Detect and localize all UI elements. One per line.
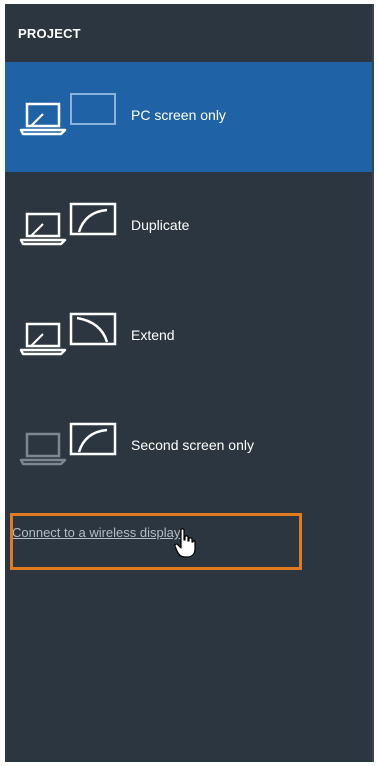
extend-icon bbox=[19, 312, 117, 356]
option-label: PC screen only bbox=[131, 107, 226, 123]
option-label: Duplicate bbox=[131, 217, 190, 233]
option-pc-screen-only[interactable]: PC screen only bbox=[5, 62, 374, 172]
hand-cursor-icon bbox=[174, 528, 196, 558]
second-screen-only-icon bbox=[19, 422, 117, 466]
option-second-screen-only[interactable]: Second screen only bbox=[5, 392, 374, 502]
option-label: Second screen only bbox=[131, 437, 254, 453]
panel-edge bbox=[372, 4, 374, 762]
connect-wireless-display-link[interactable]: Connect to a wireless display bbox=[12, 525, 180, 540]
option-duplicate[interactable]: Duplicate bbox=[5, 172, 374, 282]
pc-screen-only-icon bbox=[19, 93, 116, 136]
option-extend[interactable]: Extend bbox=[5, 282, 374, 392]
duplicate-icon bbox=[19, 202, 117, 246]
panel-title: PROJECT bbox=[18, 26, 81, 41]
option-label: Extend bbox=[131, 327, 175, 343]
project-panel: PROJECT PC screen only Duplicate Extend … bbox=[5, 4, 374, 762]
